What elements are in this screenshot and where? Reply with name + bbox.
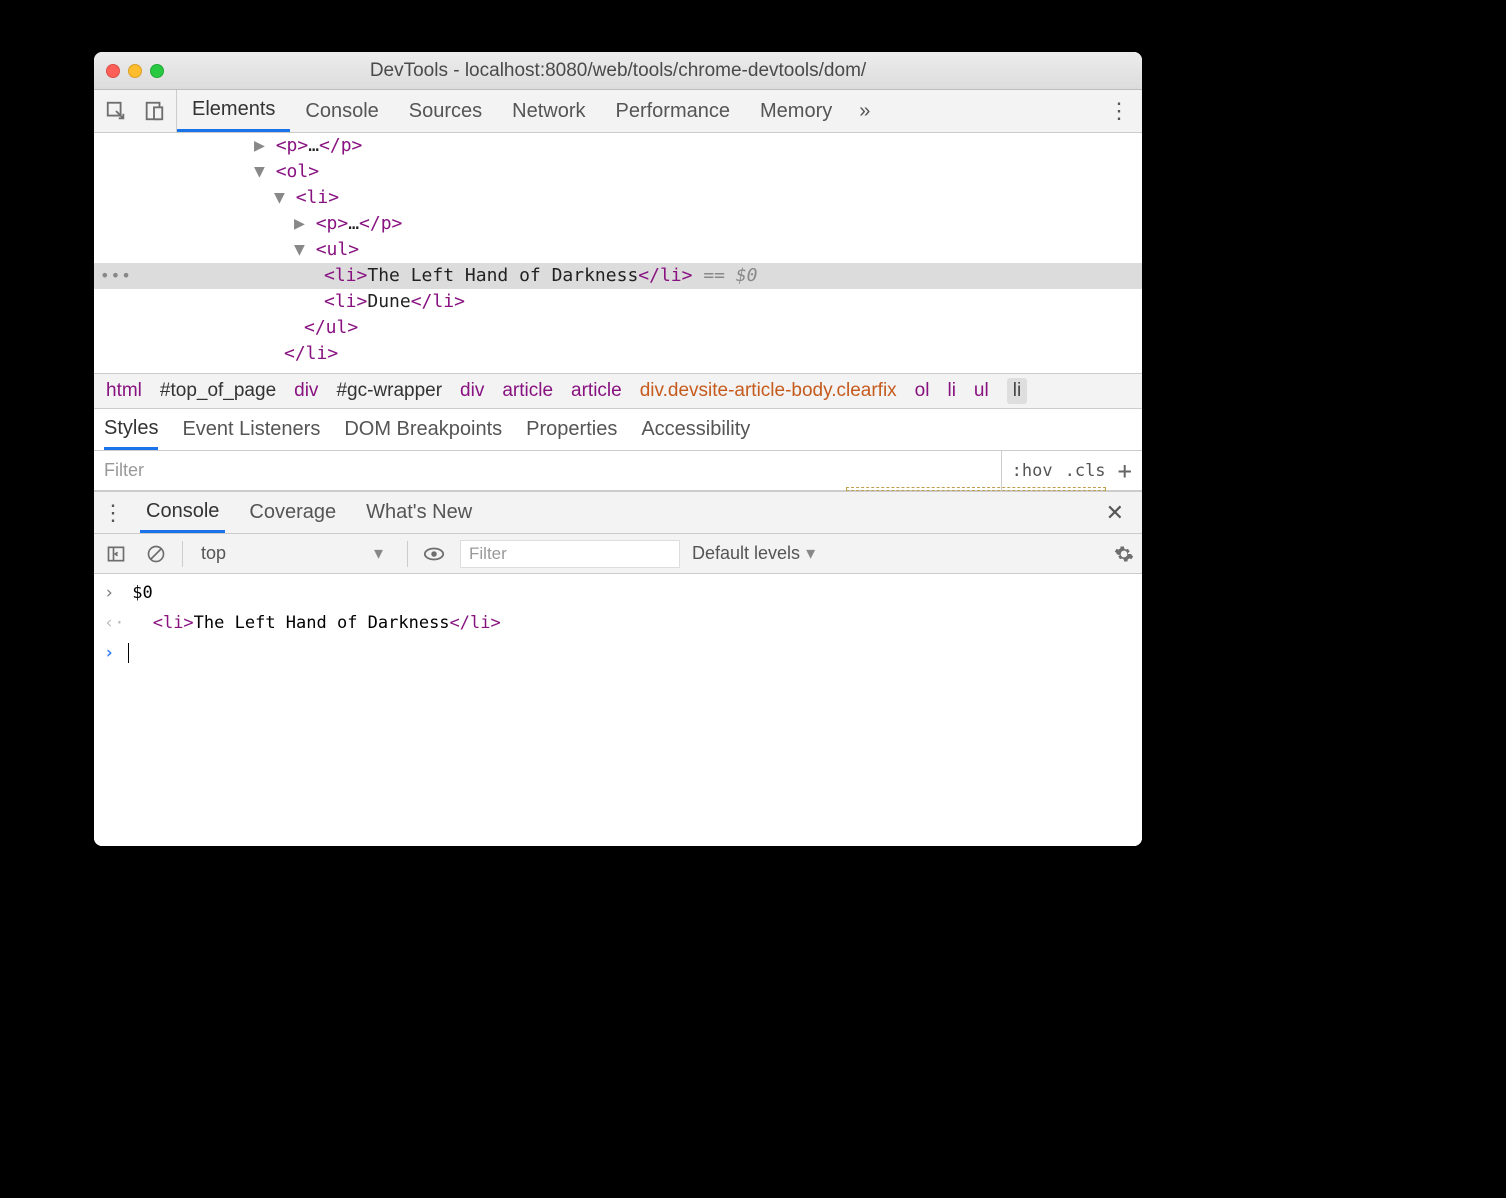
new-style-rule-icon[interactable]: +: [1118, 457, 1132, 485]
dom-line[interactable]: ▼ <ol>: [94, 159, 1142, 185]
tab-accessibility[interactable]: Accessibility: [641, 418, 750, 441]
styles-filter-row: :hov .cls +: [94, 451, 1142, 491]
toggle-cls-button[interactable]: .cls: [1065, 461, 1106, 481]
log-levels-select[interactable]: Default levels▾: [692, 543, 815, 564]
styles-filter-input[interactable]: [94, 460, 1001, 481]
traffic-lights: [94, 64, 164, 78]
device-toolbar-icon[interactable]: [140, 97, 168, 125]
console-prompt[interactable]: ›: [94, 638, 1142, 668]
dom-line[interactable]: </li>: [94, 341, 1142, 367]
dom-line[interactable]: <li>Dune</li>: [94, 289, 1142, 315]
drawer-tab-whats-new[interactable]: What's New: [360, 501, 478, 524]
toggle-hov-button[interactable]: :hov: [1012, 461, 1053, 481]
elements-dom-tree[interactable]: ▶ <p>…</p> ▼ <ol> ▼ <li> ▶ <p>…</p> ▼ <u…: [94, 133, 1142, 373]
crumb-li-selected[interactable]: li: [1007, 378, 1027, 404]
drawer-tab-console[interactable]: Console: [140, 492, 225, 533]
dom-line[interactable]: ▼ <ul>: [94, 237, 1142, 263]
tab-elements[interactable]: Elements: [177, 90, 290, 132]
crumb-article[interactable]: article: [571, 380, 622, 402]
crumb-div[interactable]: div: [294, 380, 318, 402]
drawer-menu-icon[interactable]: ⋮: [102, 500, 122, 526]
tab-console[interactable]: Console: [290, 90, 393, 132]
tab-network[interactable]: Network: [497, 90, 600, 132]
tab-styles[interactable]: Styles: [104, 409, 158, 450]
tab-event-listeners[interactable]: Event Listeners: [182, 418, 320, 441]
dom-line[interactable]: </ul>: [94, 315, 1142, 341]
clear-console-icon[interactable]: [142, 540, 170, 568]
crumb-html[interactable]: html: [106, 380, 142, 402]
tab-memory[interactable]: Memory: [745, 90, 847, 132]
console-filter-input[interactable]: [460, 540, 680, 568]
drawer: ⋮ Console Coverage What's New ✕ top ▾: [94, 491, 1142, 846]
tab-sources[interactable]: Sources: [394, 90, 497, 132]
crumb-ol[interactable]: ol: [915, 380, 930, 402]
close-drawer-icon[interactable]: ✕: [1096, 500, 1134, 526]
tab-dom-breakpoints[interactable]: DOM Breakpoints: [344, 418, 502, 441]
console-output[interactable]: › $0 ‹· <li>The Left Hand of Darkness</l…: [94, 574, 1142, 846]
toggle-console-sidebar-icon[interactable]: [102, 540, 130, 568]
box-model-peek: [846, 487, 1106, 491]
crumb-article[interactable]: article: [502, 380, 553, 402]
crumb-gc-wrapper[interactable]: #gc-wrapper: [336, 380, 442, 402]
main-toolbar: Elements Console Sources Network Perform…: [94, 90, 1142, 133]
zoom-window-button[interactable]: [150, 64, 164, 78]
live-expression-icon[interactable]: [420, 540, 448, 568]
more-tabs-icon[interactable]: »: [847, 100, 882, 123]
close-window-button[interactable]: [106, 64, 120, 78]
devtools-window: DevTools - localhost:8080/web/tools/chro…: [94, 52, 1142, 846]
inspect-element-icon[interactable]: [102, 97, 130, 125]
console-input-echo[interactable]: › $0: [94, 578, 1142, 608]
main-tabs: Elements Console Sources Network Perform…: [177, 90, 882, 132]
minimize-window-button[interactable]: [128, 64, 142, 78]
dom-line-selected[interactable]: <li>The Left Hand of Darkness</li> == $0: [94, 263, 1142, 289]
window-title: DevTools - localhost:8080/web/tools/chro…: [94, 60, 1142, 82]
crumb-div[interactable]: div: [460, 380, 484, 402]
dom-line[interactable]: ▼ <li>: [94, 185, 1142, 211]
drawer-tabbar: ⋮ Console Coverage What's New ✕: [94, 492, 1142, 534]
dom-line[interactable]: ▶ <p>…</p>: [94, 211, 1142, 237]
crumb-li[interactable]: li: [947, 380, 955, 402]
console-toolbar: top ▾ Default levels▾: [94, 534, 1142, 574]
crumb-ul[interactable]: ul: [974, 380, 989, 402]
drawer-tab-coverage[interactable]: Coverage: [243, 501, 342, 524]
styles-tabbar: Styles Event Listeners DOM Breakpoints P…: [94, 409, 1142, 451]
tab-properties[interactable]: Properties: [526, 418, 617, 441]
console-output-line[interactable]: ‹· <li>The Left Hand of Darkness</li>: [94, 608, 1142, 638]
titlebar: DevTools - localhost:8080/web/tools/chro…: [94, 52, 1142, 90]
selected-line-gutter-icon[interactable]: •••: [94, 263, 132, 289]
crumb-top-of-page[interactable]: #top_of_page: [160, 380, 276, 402]
dom-line[interactable]: ▶ <p>…</p>: [94, 133, 1142, 159]
execution-context-select[interactable]: top ▾: [195, 543, 395, 564]
crumb-devsite-article-body[interactable]: div.devsite-article-body.clearfix: [640, 380, 897, 402]
settings-menu-icon[interactable]: ⋮: [1094, 98, 1142, 124]
breadcrumb-trail: html #top_of_page div #gc-wrapper div ar…: [94, 373, 1142, 409]
console-settings-icon[interactable]: [1114, 544, 1134, 564]
tab-performance[interactable]: Performance: [601, 90, 746, 132]
